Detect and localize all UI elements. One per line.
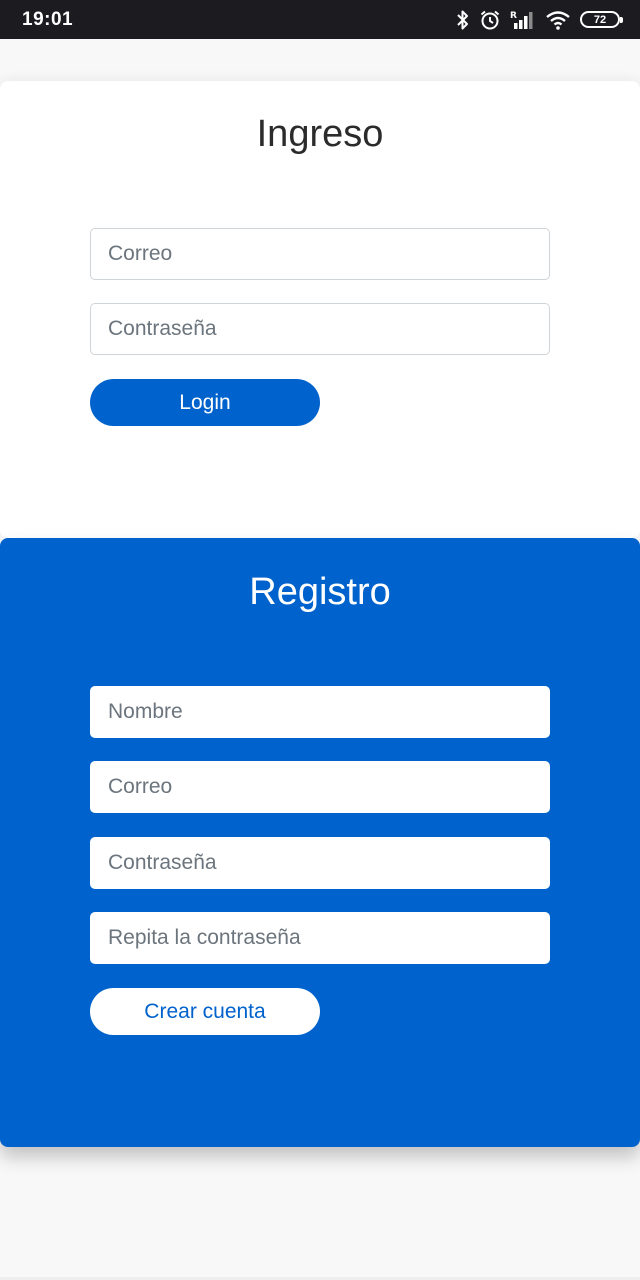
register-name-input[interactable] bbox=[90, 686, 550, 738]
alarm-icon bbox=[479, 9, 501, 31]
svg-text:R: R bbox=[510, 11, 517, 21]
login-password-input[interactable] bbox=[90, 303, 550, 355]
bluetooth-icon bbox=[456, 9, 470, 31]
login-button[interactable]: Login bbox=[90, 379, 320, 426]
register-email-input[interactable] bbox=[90, 761, 550, 813]
login-title: Ingreso bbox=[256, 113, 384, 155]
status-icons: R 72 bbox=[456, 9, 623, 31]
login-card: Ingreso Login bbox=[0, 81, 640, 538]
status-bar: 19:01 R 72 bbox=[0, 0, 640, 39]
register-title: Registro bbox=[249, 571, 391, 613]
register-password-input[interactable] bbox=[90, 837, 550, 889]
status-time: 19:01 bbox=[22, 8, 74, 30]
battery-icon: 72 bbox=[580, 11, 623, 28]
create-account-button[interactable]: Crear cuenta bbox=[90, 988, 320, 1035]
login-email-input[interactable] bbox=[90, 228, 550, 280]
wifi-icon bbox=[545, 9, 571, 31]
signal-icon: R bbox=[510, 9, 536, 31]
register-repeat-password-input[interactable] bbox=[90, 912, 550, 964]
register-card: Registro Crear cuenta bbox=[0, 538, 640, 1147]
